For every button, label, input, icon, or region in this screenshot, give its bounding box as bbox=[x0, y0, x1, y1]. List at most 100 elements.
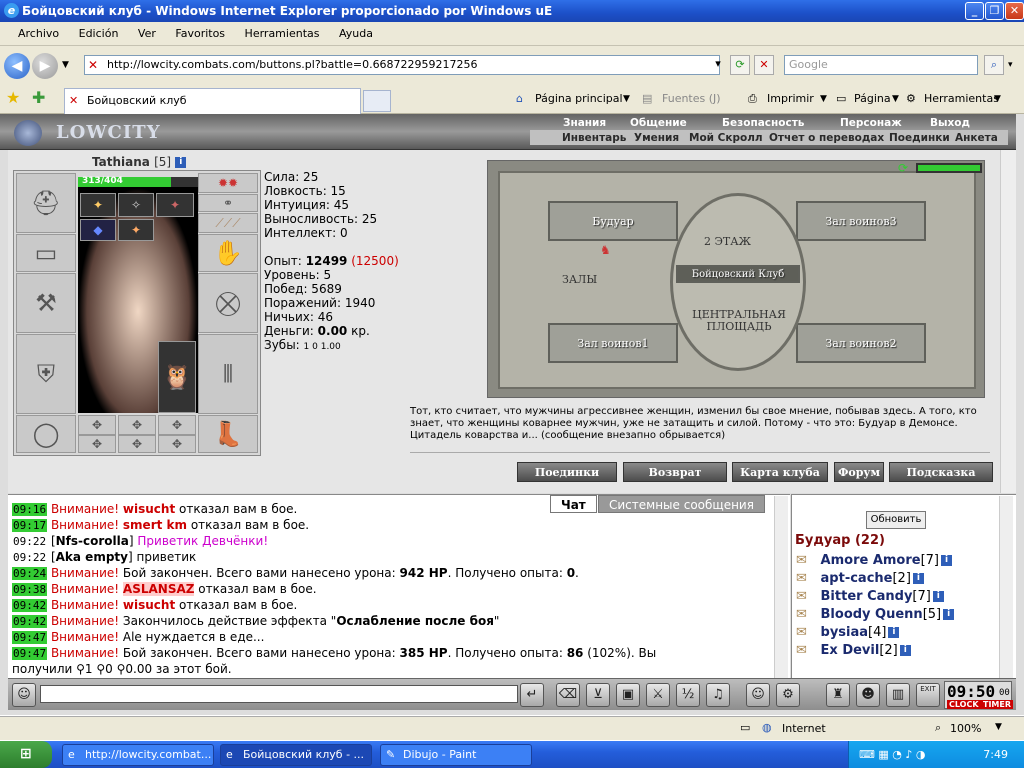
chat-nick[interactable]: smert km bbox=[123, 518, 187, 532]
nav-security[interactable]: Безопасность bbox=[722, 117, 804, 130]
chat-timestamp[interactable]: 09:42 bbox=[12, 599, 48, 612]
club-map-button[interactable]: Карта клуба bbox=[732, 462, 828, 482]
hint-button[interactable]: Подсказка bbox=[889, 462, 993, 482]
info-icon[interactable]: i bbox=[175, 157, 187, 168]
tab-chat[interactable]: Чат bbox=[550, 495, 597, 513]
print-button[interactable]: Imprimir bbox=[767, 90, 814, 108]
info-icon[interactable]: i bbox=[888, 627, 900, 638]
chat-timestamp[interactable]: 09:47 bbox=[12, 631, 48, 644]
chat-input[interactable] bbox=[40, 685, 518, 703]
chat-timestamp[interactable]: 09:17 bbox=[12, 519, 48, 532]
buff-icon[interactable]: ✧ bbox=[118, 193, 154, 217]
central-square-label[interactable]: ЦЕНТРАЛЬНАЯ ПЛОЩАДЬ bbox=[684, 309, 794, 333]
private-message-icon[interactable]: ✉ bbox=[796, 625, 816, 640]
chat-nick[interactable]: ASLANSAZ bbox=[122, 582, 195, 596]
url-dropdown-icon[interactable]: ▾ bbox=[708, 55, 728, 75]
shield-slot[interactable]: ⛒ bbox=[198, 273, 258, 333]
belt-slot[interactable]: ◯ bbox=[16, 415, 76, 453]
return-button[interactable]: Возврат bbox=[623, 462, 727, 482]
halls-label[interactable]: ЗАЛЫ bbox=[562, 273, 597, 286]
url-field[interactable]: http://lowcity.combats.com/buttons.pl?ba… bbox=[84, 55, 720, 75]
search-options-icon[interactable]: ▾ bbox=[1008, 60, 1013, 70]
zoom-icon[interactable]: ⌕ bbox=[935, 721, 941, 735]
subnav-inventory[interactable]: Инвентарь bbox=[562, 131, 627, 145]
zoom-dropdown-icon[interactable]: ▼ bbox=[995, 722, 1002, 732]
fighter-icon[interactable]: ⚔ bbox=[646, 683, 670, 707]
nav-exit[interactable]: Выход bbox=[930, 117, 970, 130]
map-refresh-icon[interactable]: ⟳ bbox=[898, 161, 908, 175]
feeds-button[interactable]: Fuentes (J) bbox=[662, 90, 721, 108]
subnav-profile[interactable]: Анкета bbox=[955, 131, 998, 145]
refresh-icon[interactable]: ⟳ bbox=[730, 55, 750, 75]
buff-icon[interactable]: ✦ bbox=[80, 193, 116, 217]
add-favorite-icon[interactable]: ✚ bbox=[32, 88, 45, 107]
amulet-slot[interactable]: ✹✹ bbox=[198, 173, 258, 193]
bracers-slot[interactable]: ▭ bbox=[16, 234, 76, 272]
eraser-icon[interactable]: ⌫ bbox=[556, 683, 580, 707]
room-boudoir[interactable]: Будуар bbox=[548, 201, 678, 241]
nav-knowledge[interactable]: Знания bbox=[563, 117, 606, 130]
buff-icon[interactable]: ✦ bbox=[156, 193, 194, 217]
print-icon[interactable]: ⎙ bbox=[748, 90, 757, 108]
chat-mode-icon[interactable]: ☺ bbox=[12, 683, 36, 707]
chat-timestamp[interactable]: 09:38 bbox=[12, 583, 48, 596]
restore-button[interactable]: ❐ bbox=[985, 2, 1004, 20]
menu-help[interactable]: Ayuda bbox=[331, 22, 381, 46]
buff-icon[interactable]: ◆ bbox=[80, 219, 116, 241]
forward-button[interactable]: ▶ bbox=[32, 53, 58, 79]
info-icon[interactable]: i bbox=[912, 573, 924, 584]
nav-character[interactable]: Персонаж bbox=[840, 117, 902, 130]
subnav-my-scroll[interactable]: Мой Скролл bbox=[689, 131, 763, 145]
chat-timestamp[interactable]: 09:47 bbox=[12, 647, 48, 660]
buff-icon[interactable]: ✦ bbox=[118, 219, 154, 241]
lantern-icon[interactable]: ♜ bbox=[826, 683, 850, 707]
send-icon[interactable]: ↵ bbox=[520, 683, 544, 707]
print-dropdown-icon[interactable]: ▼ bbox=[820, 90, 827, 108]
chat-timestamp[interactable]: 09:42 bbox=[12, 615, 48, 628]
forum-button[interactable]: Форум bbox=[834, 462, 884, 482]
task-paint[interactable]: ✎ Dibujo - Paint bbox=[380, 744, 532, 766]
settings-icon[interactable]: ⚙ bbox=[776, 683, 800, 707]
subnav-skills[interactable]: Умения bbox=[634, 131, 680, 145]
chat-sender[interactable]: Aka empty bbox=[56, 550, 128, 564]
menu-favorites[interactable]: Favoritos bbox=[167, 22, 233, 46]
private-message-icon[interactable]: ✉ bbox=[796, 589, 816, 604]
page-button[interactable]: Página bbox=[854, 90, 891, 108]
user-name[interactable]: bysiaa bbox=[816, 625, 869, 640]
fraction-icon[interactable]: ½ bbox=[676, 683, 700, 707]
search-input[interactable]: Google bbox=[784, 55, 978, 75]
user-name[interactable]: Bloody Quenn bbox=[816, 607, 923, 622]
chat-nick[interactable]: wisucht bbox=[123, 598, 175, 612]
chat-nick[interactable]: wisucht bbox=[123, 502, 175, 516]
search-icon[interactable]: ⌕ bbox=[984, 55, 1004, 75]
timer-label[interactable]: TIMER bbox=[981, 700, 1014, 709]
gloves-slot[interactable]: ✋ bbox=[198, 234, 258, 272]
home-button[interactable]: Página principal bbox=[535, 90, 623, 108]
save-icon[interactable]: ▣ bbox=[616, 683, 640, 707]
info-icon[interactable]: i bbox=[941, 555, 953, 566]
nav-communication[interactable]: Общение bbox=[630, 117, 687, 130]
start-button[interactable]: ⊞ bbox=[0, 741, 52, 768]
minimize-button[interactable]: _ bbox=[965, 2, 984, 20]
spell-slot[interactable]: ✥ bbox=[118, 435, 156, 453]
task-ie-1[interactable]: e http://lowcity.combat... bbox=[62, 744, 214, 766]
private-message-icon[interactable]: ✉ bbox=[796, 571, 816, 586]
stop-icon[interactable]: ✕ bbox=[754, 55, 774, 75]
room-warriors1[interactable]: Зал воинов1 bbox=[548, 323, 678, 363]
rings-slot[interactable]: ⟋⟋⟋ bbox=[198, 213, 258, 233]
info-icon[interactable]: i bbox=[932, 591, 944, 602]
battles-button[interactable]: Поединки bbox=[517, 462, 617, 482]
close-button[interactable]: ✕ bbox=[1005, 2, 1024, 20]
sound-icon[interactable]: ♫ bbox=[706, 683, 730, 707]
exit-icon[interactable]: EXIT bbox=[916, 683, 940, 707]
spell-slot[interactable]: ✥ bbox=[78, 435, 116, 453]
tab-active[interactable]: ✕ Бойцовский клуб bbox=[64, 88, 361, 114]
history-dropdown-icon[interactable]: ▼ bbox=[62, 60, 69, 70]
user-list-item[interactable]: ✉ Bitter Candy[7] i bbox=[796, 589, 944, 607]
task-ie-2[interactable]: e Бойцовский клуб - ... bbox=[220, 744, 372, 766]
smiley-icon[interactable]: ☺ bbox=[746, 683, 770, 707]
helmet-slot[interactable]: ⛑ bbox=[16, 173, 76, 233]
user-name[interactable]: Bitter Candy bbox=[816, 589, 913, 604]
spell-slot[interactable]: ✥ bbox=[158, 415, 196, 435]
spell-slot[interactable]: ✥ bbox=[158, 435, 196, 453]
